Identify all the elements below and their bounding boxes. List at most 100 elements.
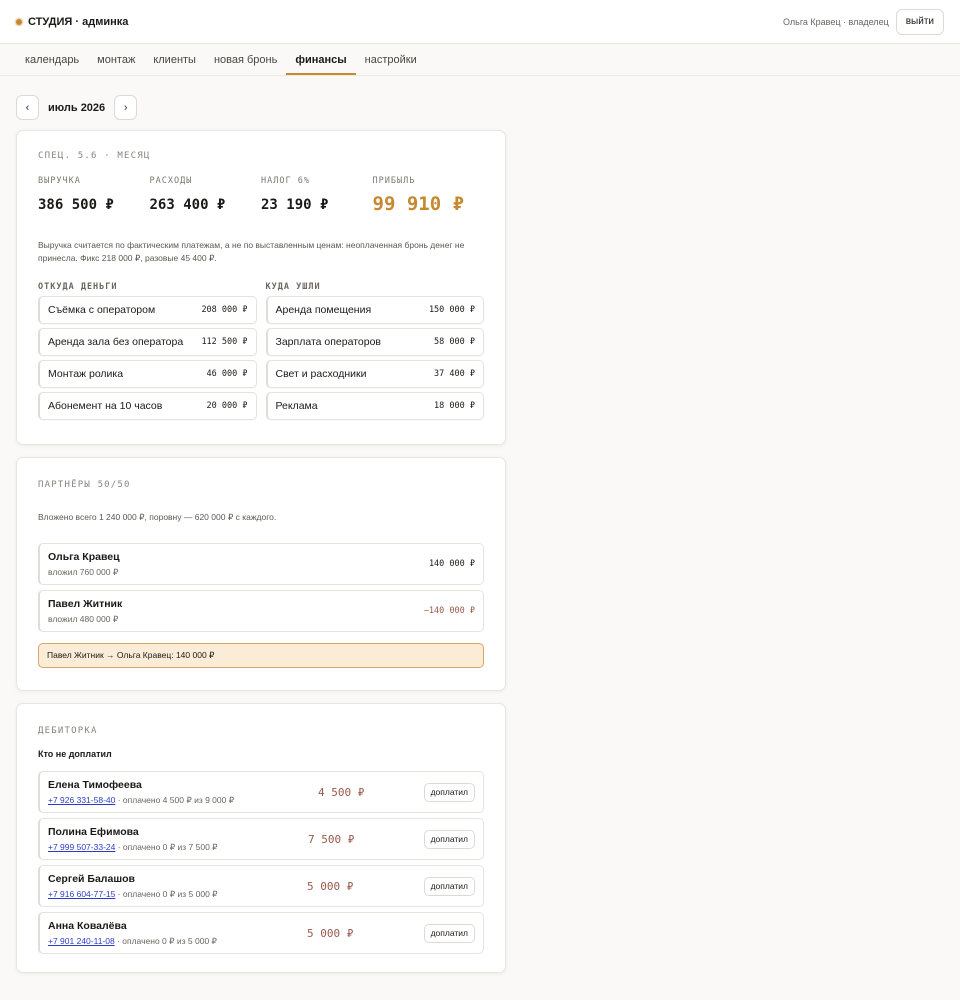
debtor-payment-status: · оплачено 0 ₽ из 5 000 ₽ [115,888,218,899]
partner-row: Павел Житник вложил 480 000 ₽ −140 000 ₽ [38,590,484,632]
brand-dot-icon [16,18,22,25]
debtor-amount: 5 000 ₽ [307,926,354,940]
item-amount: 208 000 ₽ [201,305,248,315]
expense-column: КУДА УШЛИ Аренда помещения 150 000 ₽ Зарп… [265,282,484,420]
mark-paid-button[interactable]: доплатил [423,923,475,943]
receivables-card: ДЕБИТОРКА Кто не доплатил Елена Тимофеев… [16,703,506,973]
partners-note: Вложено всего 1 240 000 ₽, поровну — 620… [38,512,277,522]
settlement-notice: Павел Житник → Ольга Кравец: 140 000 ₽ [38,643,484,668]
income-item: Съёмка с оператором 208 000 ₽ [38,296,257,324]
item-name: Монтаж ролика [48,368,124,380]
debtor-name: Анна Ковалёва [48,919,127,932]
debtor-phone-link[interactable]: +7 901 240-11-08 [48,936,115,946]
item-name: Аренда зала без оператора [48,336,184,348]
item-amount: 37 400 ₽ [434,369,475,379]
debtor-info: Сергей Балашов +7 916 604-77-15 · оплаче… [48,873,308,900]
tab-calendar[interactable]: календарь [16,46,88,75]
item-amount: 150 000 ₽ [428,305,475,315]
tab-settings[interactable]: настройки [356,46,426,75]
mark-paid-button[interactable]: доплатил [423,876,475,896]
debtor-info: Анна Ковалёва +7 901 240-11-08 · оплачен… [48,920,308,947]
mark-paid-button[interactable]: доплатил [423,829,475,849]
debtor-info: Елена Тимофеева +7 926 331-58-40 · оплач… [48,779,308,806]
brand-title: СТУДИЯ · админка [28,15,129,28]
partners-card: ПАРТНЁРЫ 50/50 Вложено всего 1 240 000 ₽… [16,457,506,691]
debtor-amount: 4 500 ₽ [318,785,365,799]
item-amount: 20 000 ₽ [206,401,248,411]
finance-card-title: СПЕЦ. 5.6 · МЕСЯЦ [38,151,151,161]
expense-item: Зарплата операторов 58 000 ₽ [265,328,484,356]
partner-info: Павел Житник вложил 480 000 ₽ [48,598,424,625]
chevron-right-icon: › [123,101,128,114]
kpi-profit: ПРИБЫЛЬ 99 910 ₽ [373,176,485,215]
next-month-button[interactable]: › [114,95,138,120]
mark-paid-button[interactable]: доплатил [423,782,475,802]
expense-item: Реклама 18 000 ₽ [265,392,484,420]
debtor-info: Полина Ефимова +7 999 507-33-24 · оплаче… [48,826,308,853]
tab-finance[interactable]: финансы [286,46,356,75]
kpi-value: 263 400 ₽ [149,197,226,213]
kpi-revenue: ВЫРУЧКА 386 500 ₽ [38,176,150,215]
finance-note: Выручка считается по фактическим платежа… [38,240,465,263]
item-amount: 46 000 ₽ [206,369,248,379]
kpi-row: ВЫРУЧКА 386 500 ₽ РАСХОДЫ 263 400 ₽ НАЛО… [38,176,484,215]
debtor-name: Сергей Балашов [48,872,135,885]
finance-card: СПЕЦ. 5.6 · МЕСЯЦ ВЫРУЧКА 386 500 ₽ РАСХ… [16,130,506,445]
partner-info: Ольга Кравец вложил 760 000 ₽ [48,551,429,578]
logout-button[interactable]: выйти [895,8,944,35]
partner-name: Павел Житник [48,597,123,610]
tab-new-booking[interactable]: новая бронь [205,46,286,75]
receivables-subtitle: Кто не доплатил [38,749,112,759]
tab-clients[interactable]: клиенты [144,46,205,75]
income-item: Абонемент на 10 часов 20 000 ₽ [38,392,257,420]
debtor-row: Елена Тимофеева +7 926 331-58-40 · оплач… [38,771,484,813]
item-amount: 112 500 ₽ [201,337,248,347]
income-item: Аренда зала без оператора 112 500 ₽ [38,328,257,356]
receivables-card-title: ДЕБИТОРКА [38,726,98,736]
debtor-row: Анна Ковалёва +7 901 240-11-08 · оплачен… [38,912,484,954]
kpi-expenses: РАСХОДЫ 263 400 ₽ [150,176,262,215]
prev-month-button[interactable]: ‹ [16,95,39,120]
debtor-payment-status: · оплачено 0 ₽ из 5 000 ₽ [114,935,217,946]
expense-item: Аренда помещения 150 000 ₽ [265,296,484,324]
income-item: Монтаж ролика 46 000 ₽ [38,360,257,388]
debtor-payment-status: · оплачено 4 500 ₽ из 9 000 ₽ [115,794,235,805]
partner-balance: −140 000 ₽ [423,606,475,616]
income-expense-columns: ОТКУДА ДЕНЬГИ Съёмка с оператором 208 000… [38,282,484,420]
kpi-value: 386 500 ₽ [38,197,114,213]
item-name: Съёмка с оператором [48,304,156,316]
partner-name: Ольга Кравец [48,550,120,563]
item-name: Реклама [275,400,318,412]
debtor-details: +7 999 507-33-24 · оплачено 0 ₽ из 7 500… [48,842,308,853]
kpi-label: ПРИБЫЛЬ [372,176,416,186]
month-label: июль 2026 [48,101,106,114]
income-column: ОТКУДА ДЕНЬГИ Съёмка с оператором 208 000… [38,282,257,420]
debtor-name: Полина Ефимова [48,825,139,838]
item-amount: 18 000 ₽ [434,401,475,411]
tab-editing[interactable]: монтаж [88,46,144,75]
top-bar: СТУДИЯ · админка Ольга Кравец · владелец… [0,0,960,44]
debtor-details: +7 901 240-11-08 · оплачено 0 ₽ из 5 000… [48,936,308,947]
item-name: Абонемент на 10 часов [48,400,163,412]
debtors-list: Елена Тимофеева +7 926 331-58-40 · оплач… [38,771,484,954]
month-switcher: ‹ июль 2026 › [0,76,960,122]
item-name: Зарплата операторов [275,336,382,348]
partners-list: Ольга Кравец вложил 760 000 ₽ 140 000 ₽ … [38,543,484,632]
debtor-phone-link[interactable]: +7 926 331-58-40 [48,795,115,805]
debtor-payment-status: · оплачено 0 ₽ из 7 500 ₽ [115,841,218,852]
debtor-phone-link[interactable]: +7 916 604-77-15 [48,889,115,899]
partner-row: Ольга Кравец вложил 760 000 ₽ 140 000 ₽ [38,543,484,585]
item-name: Аренда помещения [275,304,372,316]
debtor-phone-link[interactable]: +7 999 507-33-24 [48,842,115,852]
partner-invested: вложил 480 000 ₽ [48,613,119,624]
kpi-value-profit: 99 910 ₽ [372,193,465,215]
chevron-left-icon: ‹ [25,101,30,114]
main-tabs: календарь монтаж клиенты новая бронь фин… [0,44,960,76]
kpi-tax: НАЛОГ 6% 23 190 ₽ [261,176,373,215]
partners-card-title: ПАРТНЁРЫ 50/50 [38,480,131,490]
brand: СТУДИЯ · админка [16,16,128,28]
debtor-details: +7 926 331-58-40 · оплачено 4 500 ₽ из 9… [48,795,308,806]
kpi-label: ВЫРУЧКА [38,176,81,186]
kpi-label: НАЛОГ 6% [261,176,310,186]
expense-item: Свет и расходники 37 400 ₽ [265,360,484,388]
